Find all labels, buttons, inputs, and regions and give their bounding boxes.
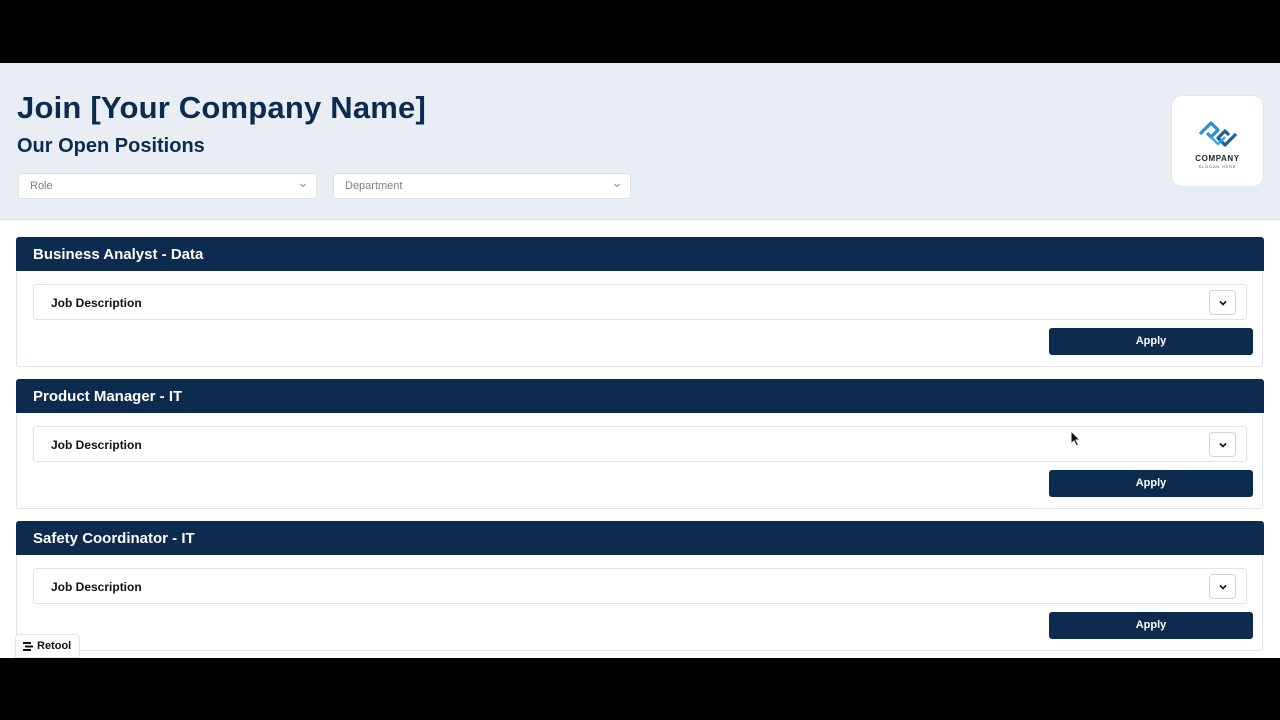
logo-slogan: SLOGAN HERE — [1198, 164, 1237, 169]
apply-button[interactable]: Apply — [1049, 328, 1253, 355]
role-select[interactable]: Role — [18, 173, 317, 199]
company-logo-icon — [1198, 121, 1238, 147]
letterbox-bottom — [0, 658, 1280, 720]
careers-app: Join [Your Company Name] Our Open Positi… — [0, 63, 1280, 658]
chevron-down-icon — [612, 178, 622, 192]
job-description-collapsible[interactable]: Job Description — [33, 284, 1247, 320]
page-header: Join [Your Company Name] Our Open Positi… — [0, 63, 1280, 220]
job-card-header: Safety Coordinator - IT — [16, 521, 1264, 555]
retool-label: Retool — [37, 640, 72, 652]
department-select-placeholder: Department — [345, 180, 403, 192]
page-subtitle: Our Open Positions — [17, 135, 205, 157]
job-card-header: Business Analyst - Data — [16, 237, 1264, 271]
chevron-down-icon — [1219, 300, 1227, 306]
expand-toggle-button[interactable] — [1209, 290, 1236, 315]
job-title: Business Analyst - Data — [33, 246, 204, 263]
job-description-collapsible[interactable]: Job Description — [33, 426, 1247, 462]
job-description-collapsible[interactable]: Job Description — [33, 568, 1247, 604]
job-card: Safety Coordinator - IT Job Description … — [16, 521, 1264, 651]
chevron-down-icon — [1219, 442, 1227, 448]
role-select-placeholder: Role — [30, 180, 53, 192]
job-title: Safety Coordinator - IT — [33, 530, 195, 547]
job-description-label: Job Description — [51, 296, 142, 310]
expand-toggle-button[interactable] — [1209, 574, 1236, 599]
chevron-down-icon — [298, 178, 308, 192]
page-title: Join [Your Company Name] — [17, 90, 426, 125]
letterbox-top — [0, 0, 1280, 63]
retool-badge[interactable]: Retool — [15, 634, 81, 658]
logo-wordmark: COMPANY — [1195, 154, 1240, 163]
job-card: Business Analyst - Data Job Description … — [16, 237, 1264, 367]
job-title: Product Manager - IT — [33, 388, 183, 405]
job-card-header: Product Manager - IT — [16, 379, 1264, 413]
expand-toggle-button[interactable] — [1209, 432, 1236, 457]
department-select[interactable]: Department — [333, 173, 631, 199]
apply-button[interactable]: Apply — [1049, 470, 1253, 497]
retool-logo-icon — [23, 641, 33, 651]
mouse-cursor-icon — [1070, 430, 1082, 447]
company-logo: COMPANY SLOGAN HERE — [1172, 96, 1263, 186]
chevron-down-icon — [1219, 584, 1227, 590]
job-description-label: Job Description — [51, 438, 142, 452]
job-description-label: Job Description — [51, 580, 142, 594]
apply-button[interactable]: Apply — [1049, 612, 1253, 639]
